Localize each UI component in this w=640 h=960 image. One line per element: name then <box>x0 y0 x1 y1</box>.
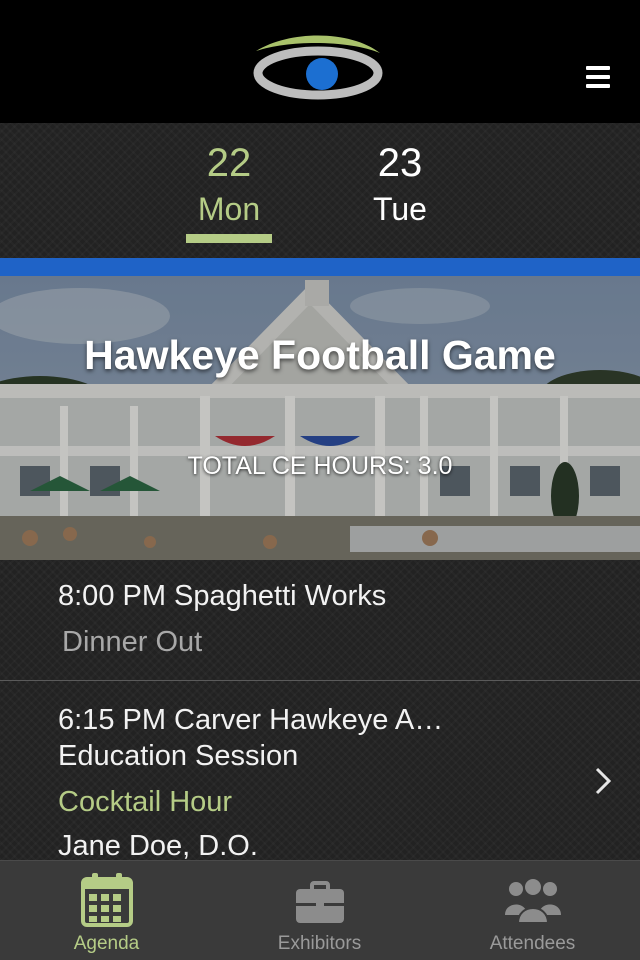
selected-tab-indicator <box>186 234 272 243</box>
item-category: Cocktail Hour <box>58 786 233 818</box>
tab-label: Agenda <box>73 933 140 954</box>
tab-agenda[interactable]: Agenda <box>0 861 213 960</box>
day-number: 22 <box>206 141 252 185</box>
app-header <box>0 0 640 123</box>
tab-bar: Agenda Exhibitors Attendees <box>0 860 640 960</box>
agenda-item[interactable]: 6:15 PM Carver Hawkeye A… Education Sess… <box>0 682 640 860</box>
day-weekday: Mon <box>197 191 261 227</box>
item-time-title: 8:00 PM Spaghetti Works <box>58 580 387 612</box>
briefcase-icon <box>295 881 344 923</box>
chevron-right-icon[interactable] <box>594 766 612 796</box>
tab-exhibitors[interactable]: Exhibitors <box>213 861 426 960</box>
accent-divider <box>0 258 640 276</box>
agenda-item[interactable]: 8:00 PM Spaghetti Works Dinner Out <box>0 560 640 681</box>
day-tab-23[interactable]: 23 Tue <box>340 141 460 229</box>
item-speaker: Jane Doe, D.O. <box>58 830 258 860</box>
hero-background-image <box>0 276 640 560</box>
eye-logo-icon <box>253 35 383 100</box>
tab-label: Attendees <box>489 933 576 954</box>
item-category: Dinner Out <box>62 626 203 658</box>
event-hero: Hawkeye Football Game TOTAL CE HOURS: 3.… <box>0 276 640 560</box>
event-title: Hawkeye Football Game <box>84 332 556 378</box>
calendar-icon <box>80 873 133 927</box>
tab-label: Exhibitors <box>277 933 362 954</box>
people-group-icon <box>504 877 561 924</box>
tab-attendees[interactable]: Attendees <box>426 861 639 960</box>
hamburger-menu-icon[interactable] <box>586 66 610 88</box>
day-selector: 22 Mon 23 Tue <box>0 123 640 258</box>
ce-hours-label: TOTAL CE HOURS: 3.0 <box>187 452 453 480</box>
day-weekday: Tue <box>373 191 427 227</box>
agenda-list: 8:00 PM Spaghetti Works Dinner Out 6:15 … <box>0 560 640 860</box>
day-tab-22[interactable]: 22 Mon <box>169 141 289 229</box>
day-number: 23 <box>377 141 423 185</box>
item-time-title: 6:15 PM Carver Hawkeye A… <box>58 704 444 736</box>
item-subtitle: Education Session <box>58 740 299 772</box>
